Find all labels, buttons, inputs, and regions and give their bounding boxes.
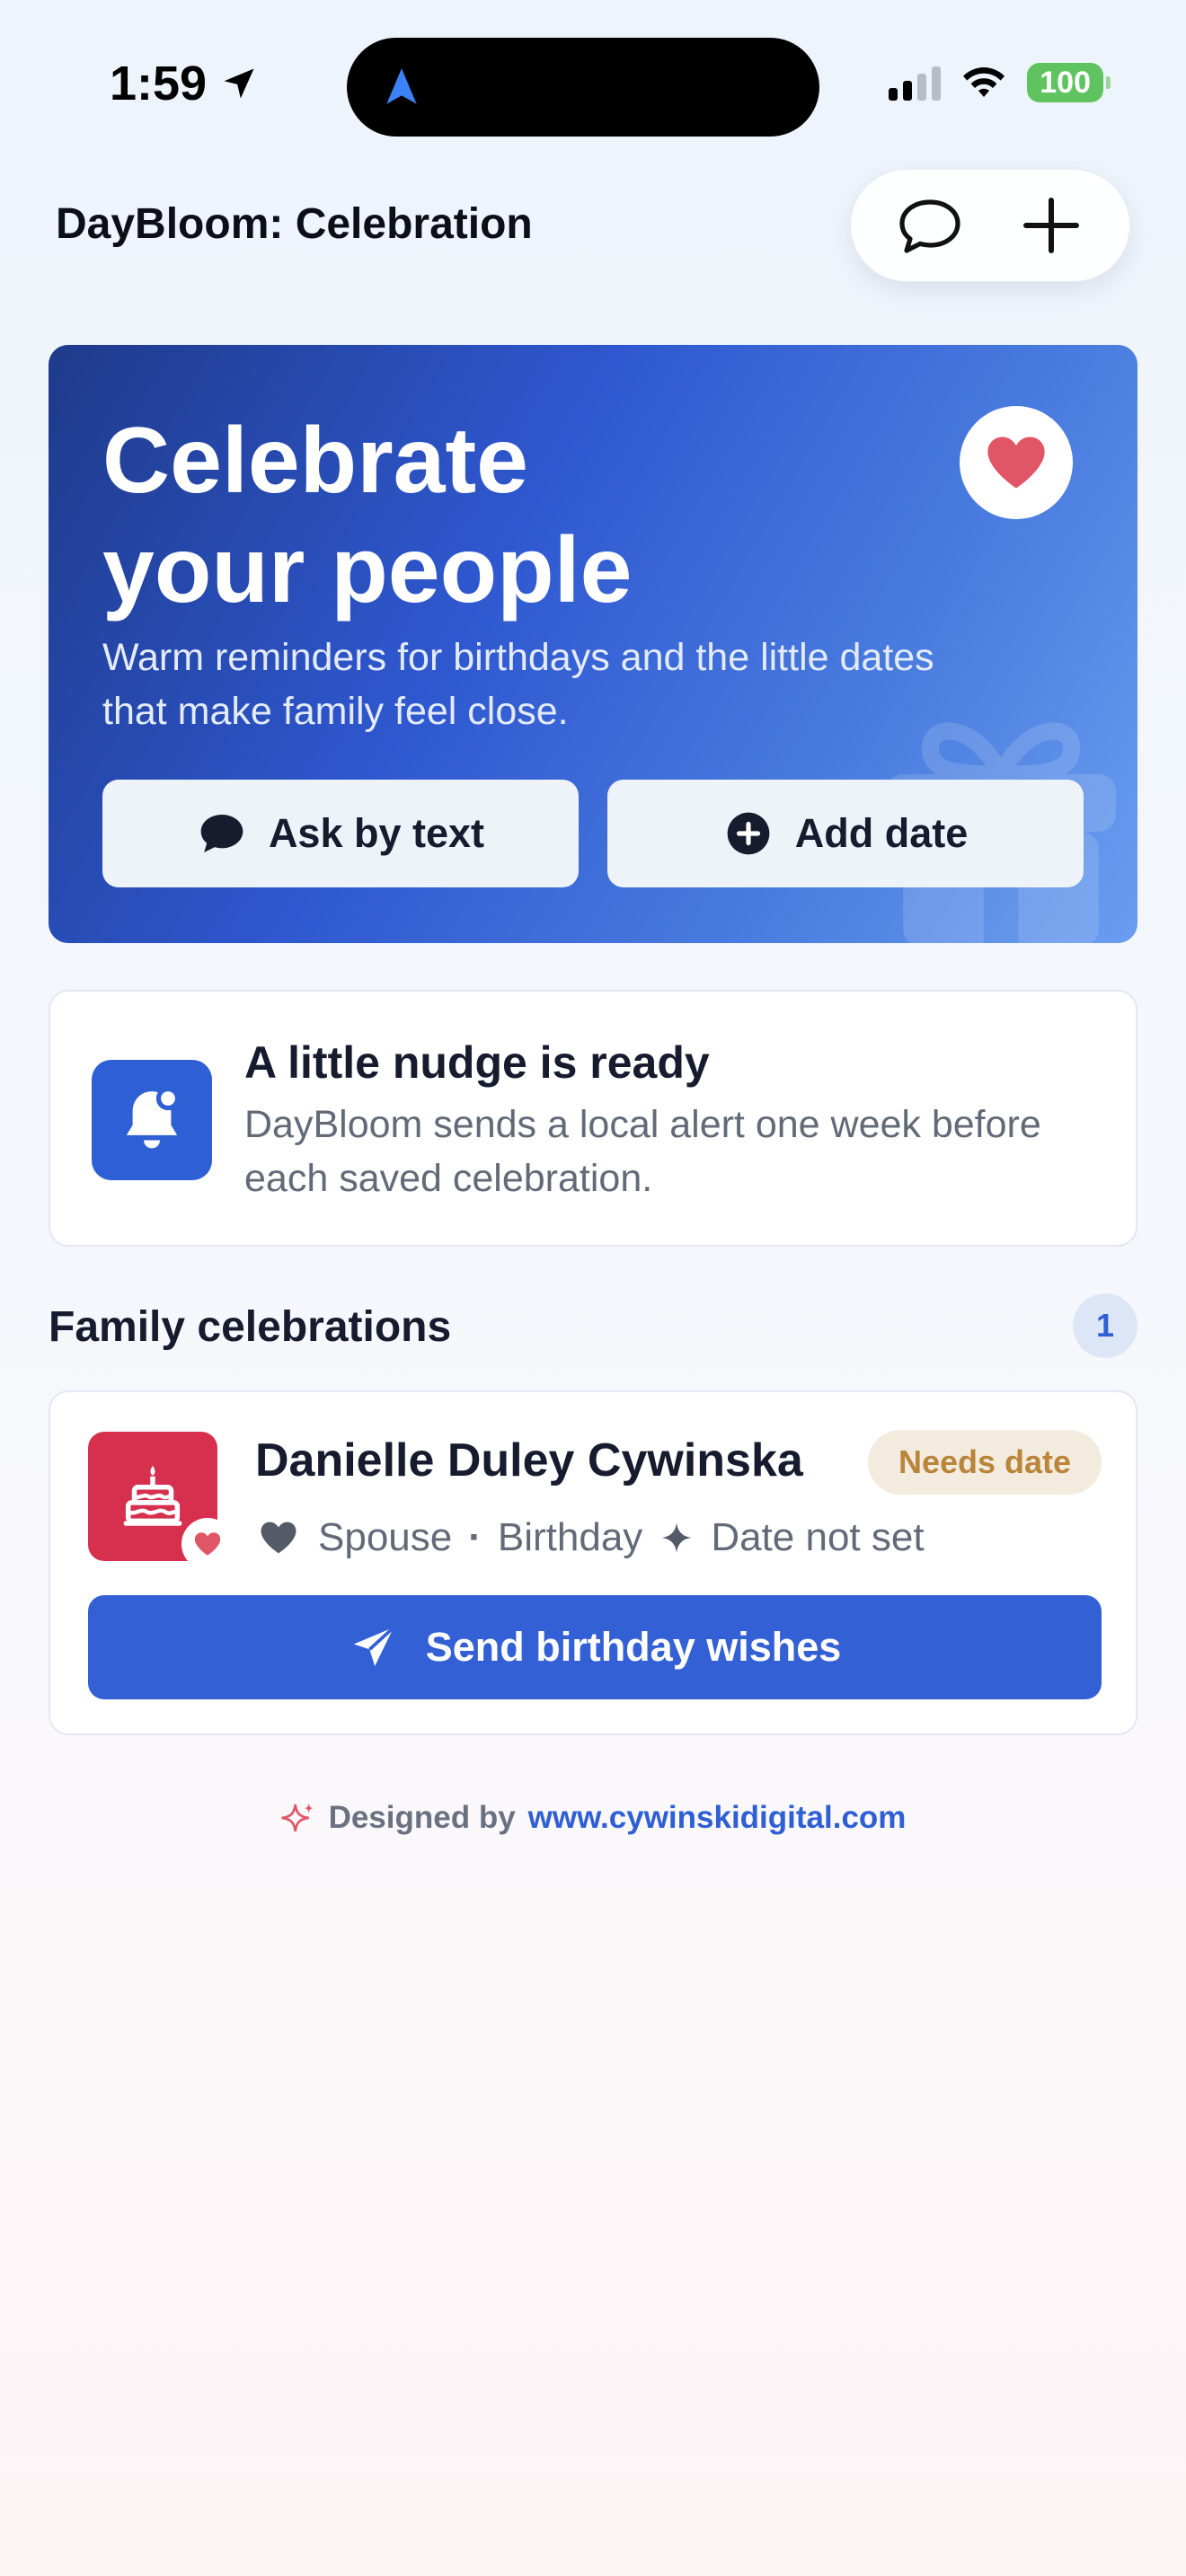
hero-card: Celebrate your people Warm reminders for… bbox=[49, 345, 1137, 943]
footer-prefix: Designed by bbox=[328, 1800, 516, 1835]
nudge-icon-tile bbox=[92, 1060, 212, 1180]
nudge-title: A little nudge is ready bbox=[244, 1037, 710, 1088]
nudge-card: A little nudge is ready DayBloom sends a… bbox=[49, 990, 1137, 1247]
chat-button[interactable] bbox=[890, 185, 970, 266]
section-count-badge: 1 bbox=[1073, 1293, 1137, 1358]
hero-title: Celebrate your people bbox=[102, 406, 632, 625]
add-button[interactable] bbox=[1011, 185, 1092, 266]
sparkle-icon bbox=[281, 1803, 314, 1832]
heart-icon bbox=[194, 1532, 221, 1556]
bell-icon bbox=[126, 1086, 181, 1149]
birthday-cake-icon bbox=[123, 1465, 182, 1526]
plus-icon bbox=[1022, 198, 1079, 253]
send-birthday-wishes-label: Send birthday wishes bbox=[425, 1624, 842, 1670]
favorite-badge bbox=[960, 406, 1073, 519]
status-time-text: 1:59 bbox=[110, 57, 208, 110]
footer-credit: Designed by www.cywinskidigital.com bbox=[0, 1800, 1186, 1836]
celebration-card[interactable]: Danielle Duley Cywinska Needs date Spous… bbox=[49, 1390, 1137, 1735]
avatar-heart-badge bbox=[181, 1518, 234, 1570]
sparkle-icon bbox=[661, 1522, 692, 1553]
date-status-label: Date not set bbox=[711, 1515, 925, 1559]
person-name: Danielle Duley Cywinska bbox=[255, 1434, 803, 1486]
ask-by-text-label: Ask by text bbox=[268, 810, 485, 856]
nudge-body: DayBloom sends a local alert one week be… bbox=[244, 1103, 1041, 1200]
status-indicators: 100 bbox=[889, 63, 1111, 102]
occasion-label: Birthday bbox=[497, 1515, 643, 1559]
send-birthday-wishes-button[interactable]: Send birthday wishes bbox=[88, 1595, 1102, 1699]
status-badge: Needs date bbox=[868, 1430, 1102, 1495]
person-meta: Spouse · Birthday Date not set bbox=[255, 1514, 925, 1561]
chat-bubble-filled-icon bbox=[200, 815, 243, 852]
ask-by-text-button[interactable]: Ask by text bbox=[102, 780, 579, 887]
plus-circle-icon bbox=[727, 812, 770, 855]
section-title: Family celebrations bbox=[49, 1303, 452, 1351]
meta-separator: · bbox=[468, 1515, 482, 1559]
nav-actions bbox=[850, 169, 1130, 282]
cellular-signal-icon bbox=[889, 65, 942, 101]
add-date-label: Add date bbox=[794, 810, 969, 856]
navigation-arrow-icon bbox=[386, 68, 417, 104]
hero-subtitle: Warm reminders for birthdays and the lit… bbox=[102, 636, 934, 733]
relation-label: Spouse bbox=[318, 1515, 453, 1559]
chat-bubble-icon bbox=[898, 199, 960, 253]
heart-outline-icon bbox=[261, 1522, 296, 1554]
footer-link[interactable]: www.cywinskidigital.com bbox=[528, 1800, 907, 1836]
hero-title-line-2: your people bbox=[102, 518, 633, 622]
hero-title-line-1: Celebrate bbox=[102, 409, 528, 513]
battery-level: 100 bbox=[1040, 65, 1091, 100]
status-time: 1:59 bbox=[110, 56, 259, 111]
heart-icon bbox=[987, 437, 1045, 489]
wifi-icon bbox=[963, 67, 1005, 97]
paper-plane-icon bbox=[353, 1626, 395, 1666]
page-title: DayBloom: Celebration bbox=[56, 200, 533, 248]
add-date-button[interactable]: Add date bbox=[607, 780, 1084, 887]
battery-indicator: 100 bbox=[1027, 63, 1111, 102]
location-arrow-icon bbox=[224, 68, 254, 99]
dynamic-island bbox=[347, 38, 819, 137]
